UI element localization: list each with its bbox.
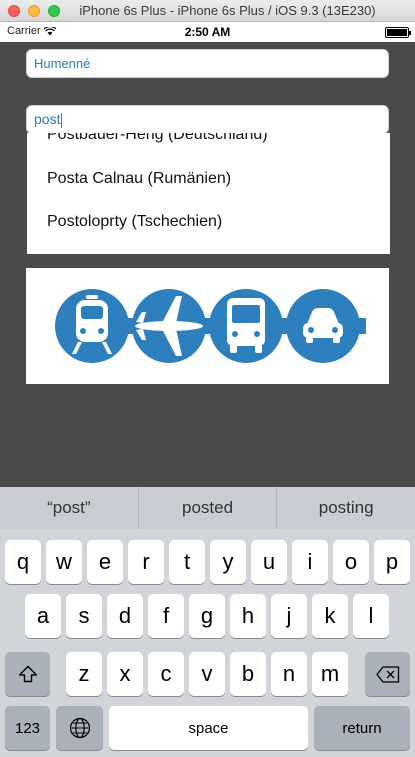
key-w[interactable]: w	[46, 540, 82, 584]
suggestion-item[interactable]: Posta Calnau (Rumänien)	[47, 170, 231, 188]
key-m[interactable]: m	[312, 652, 348, 696]
shift-key[interactable]	[5, 652, 50, 696]
simulator-titlebar: iPhone 6s Plus - iPhone 6s Plus / iOS 9.…	[0, 0, 415, 22]
key-r[interactable]: r	[128, 540, 164, 584]
key-e[interactable]: e	[87, 540, 123, 584]
status-time: 2:50 AM	[184, 25, 231, 39]
key-a[interactable]: a	[25, 594, 61, 638]
key-z[interactable]: z	[66, 652, 102, 696]
return-key[interactable]: return	[314, 706, 410, 750]
search-input-value: post	[34, 111, 61, 127]
key-l[interactable]: l	[353, 594, 389, 638]
key-v[interactable]: v	[189, 652, 225, 696]
prediction-item[interactable]: posted	[139, 487, 278, 529]
window-title: iPhone 6s Plus - iPhone 6s Plus / iOS 9.…	[79, 3, 376, 18]
keyboard: “post” posted posting q w e r t y u i o …	[0, 487, 415, 757]
autocomplete-list: Postbauer-Heng (Deutschland) Posta Calna…	[27, 133, 390, 254]
from-field[interactable]: Humenné	[26, 49, 389, 78]
key-c[interactable]: c	[148, 652, 184, 696]
key-g[interactable]: g	[189, 594, 225, 638]
suggestion-item[interactable]: Postoloprty (Tschechien)	[47, 213, 222, 231]
shift-icon	[18, 665, 37, 683]
key-d[interactable]: d	[107, 594, 143, 638]
key-s[interactable]: s	[66, 594, 102, 638]
key-y[interactable]: y	[210, 540, 246, 584]
key-n[interactable]: n	[271, 652, 307, 696]
space-key[interactable]: space	[109, 706, 308, 750]
key-i[interactable]: i	[292, 540, 328, 584]
from-field-value: Humenné	[34, 56, 91, 71]
suggestion-item[interactable]: Postbauer-Heng (Deutschland)	[47, 133, 268, 144]
key-f[interactable]: f	[148, 594, 184, 638]
key-b[interactable]: b	[230, 652, 266, 696]
transport-banner	[26, 268, 389, 384]
key-j[interactable]: j	[271, 594, 307, 638]
battery-icon	[385, 27, 411, 38]
backspace-icon	[375, 665, 399, 683]
status-bar: Carrier 2:50 AM	[0, 22, 415, 42]
bus-icon	[227, 298, 265, 353]
key-t[interactable]: t	[169, 540, 205, 584]
prediction-item[interactable]: “post”	[0, 487, 139, 529]
predictive-bar: “post” posted posting	[0, 487, 415, 529]
numbers-key[interactable]: 123	[5, 706, 50, 750]
key-u[interactable]: u	[251, 540, 287, 584]
prediction-item[interactable]: posting	[277, 487, 415, 529]
globe-key[interactable]	[56, 706, 103, 750]
key-p[interactable]: p	[374, 540, 410, 584]
globe-icon	[69, 717, 90, 739]
key-k[interactable]: k	[312, 594, 348, 638]
search-input[interactable]: post	[26, 105, 389, 134]
key-o[interactable]: o	[333, 540, 369, 584]
key-h[interactable]: h	[230, 594, 266, 638]
key-x[interactable]: x	[107, 652, 143, 696]
key-q[interactable]: q	[5, 540, 41, 584]
backspace-key[interactable]	[365, 652, 410, 696]
text-cursor	[61, 112, 63, 128]
